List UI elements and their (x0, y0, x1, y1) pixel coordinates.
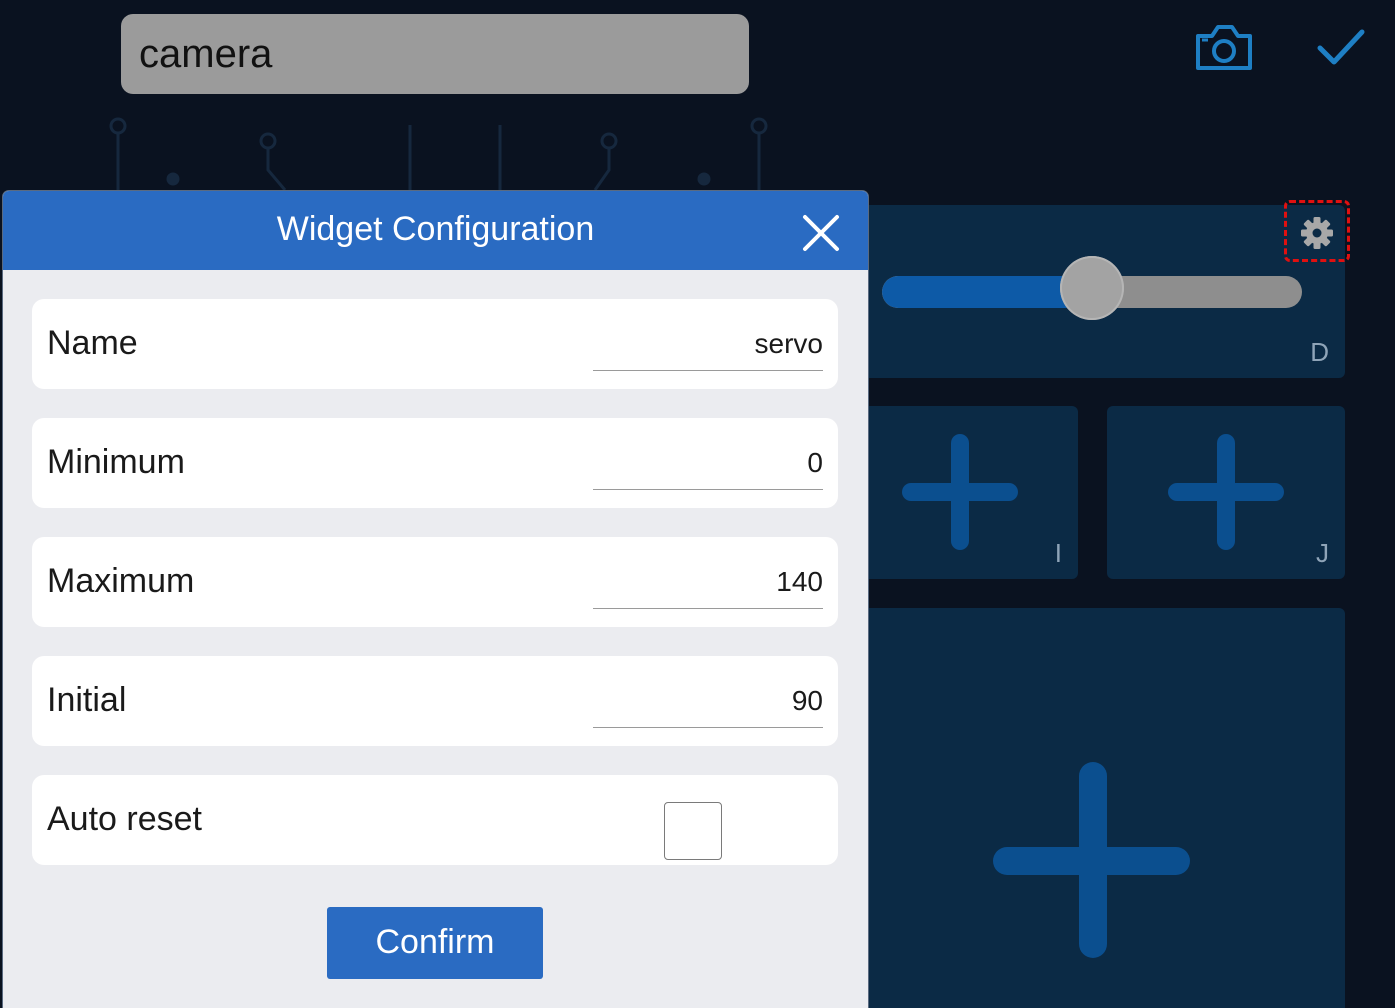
dashboard-title-field[interactable]: camera (121, 14, 749, 94)
panel-letter-j: J (1316, 538, 1329, 568)
name-label: Name (47, 324, 138, 362)
checkmark-icon[interactable] (1310, 22, 1374, 74)
plus-icon-bar (1168, 483, 1284, 501)
plus-icon-bar (993, 847, 1190, 875)
confirm-button[interactable]: Confirm (327, 907, 543, 979)
minimum-label: Minimum (47, 443, 185, 481)
large-widget-panel[interactable] (860, 608, 1345, 1008)
minimum-row: Minimum (32, 418, 838, 508)
name-row: Name (32, 299, 838, 389)
dialog-title: Widget Configuration (276, 210, 595, 248)
button-widget-panel-i[interactable]: I (860, 406, 1078, 579)
maximum-row: Maximum (32, 537, 838, 627)
widget-configuration-dialog: Widget Configuration Name Minimum Maximu… (3, 191, 868, 1008)
panel-letter-d: D (1310, 337, 1329, 367)
maximum-label: Maximum (47, 562, 195, 600)
slider-thumb[interactable] (1060, 256, 1124, 320)
camera-icon[interactable] (1192, 22, 1256, 74)
panel-letter-i: I (1054, 538, 1062, 568)
auto-reset-row: Auto reset (32, 775, 838, 865)
plus-icon-bar (902, 483, 1018, 501)
initial-row: Initial (32, 656, 838, 746)
app-screen: camera D I J Widget Configuration Name s… (0, 0, 1395, 1008)
auto-reset-label: Auto reset (47, 800, 202, 838)
close-icon[interactable] (799, 211, 843, 255)
dialog-header: Widget Configuration (3, 191, 868, 270)
name-input[interactable] (593, 317, 823, 371)
auto-reset-checkbox[interactable] (664, 802, 722, 860)
widget-settings-button[interactable] (1284, 200, 1350, 262)
maximum-input[interactable] (593, 555, 823, 609)
initial-label: Initial (47, 681, 127, 719)
initial-input[interactable] (593, 674, 823, 728)
gear-icon (1301, 217, 1333, 249)
button-widget-panel-j[interactable]: J (1107, 406, 1345, 579)
minimum-input[interactable] (593, 436, 823, 490)
